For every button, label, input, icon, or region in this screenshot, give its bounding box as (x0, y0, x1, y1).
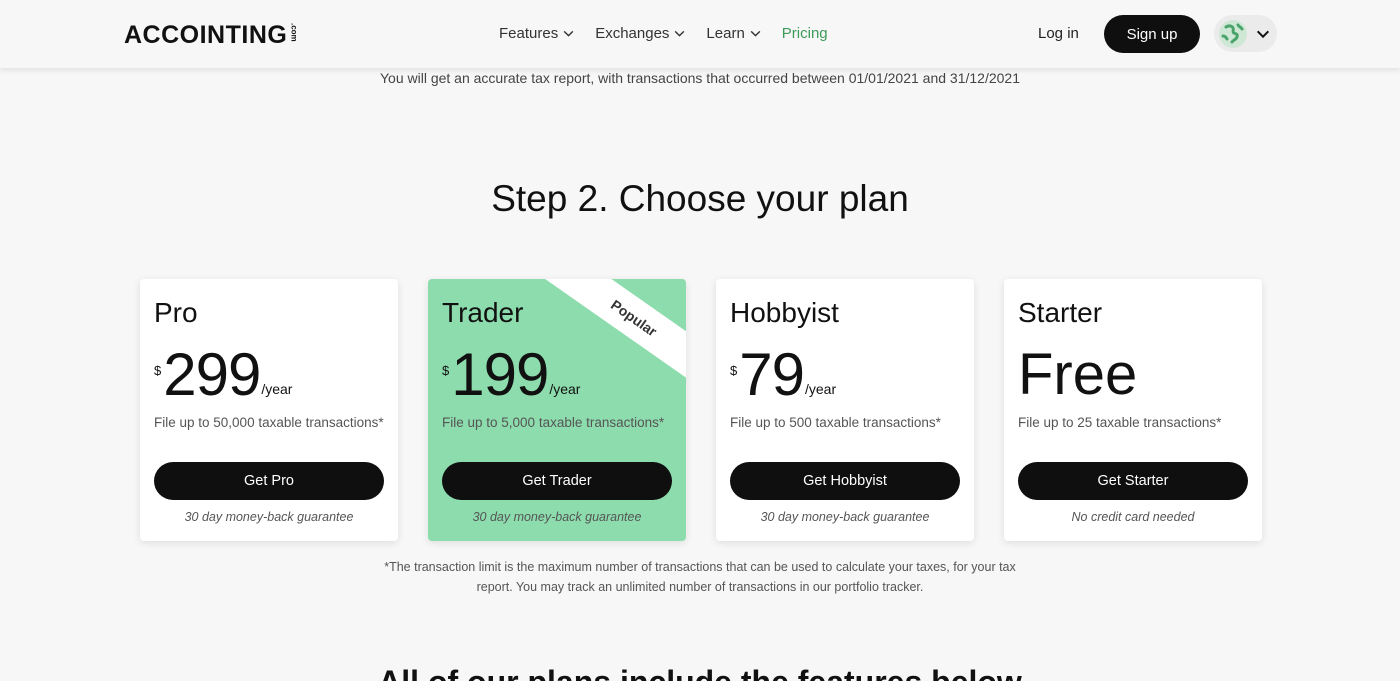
plan-card-trader: Popular Trader $ 199 /year File up to 5,… (428, 279, 686, 541)
globe-icon (1219, 19, 1247, 48)
plan-price: $ 79 /year (730, 341, 836, 409)
nav-learn[interactable]: Learn (706, 25, 761, 42)
nav-features-label: Features (499, 25, 559, 42)
price-currency: $ (730, 363, 738, 378)
transaction-footnote: *The transaction limit is the maximum nu… (0, 557, 1400, 597)
plan-description: File up to 50,000 taxable transactions* (154, 415, 384, 430)
plan-name: Hobbyist (730, 297, 839, 328)
main-nav: Features Exchanges Learn Pricing (499, 25, 828, 42)
logo[interactable]: ACCOINTING .com (124, 21, 298, 50)
nav-features[interactable]: Features (499, 25, 575, 42)
price-period: /year (804, 381, 837, 397)
price-currency: $ (442, 363, 450, 378)
plan-name: Pro (154, 297, 198, 328)
language-selector[interactable] (1214, 15, 1277, 52)
plan-guarantee: No credit card needed (1071, 510, 1195, 524)
get-starter-button[interactable]: Get Starter (1018, 462, 1248, 500)
chevron-down-icon (750, 30, 761, 37)
login-link[interactable]: Log in (1038, 25, 1079, 42)
plan-description: File up to 500 taxable transactions* (730, 415, 941, 430)
get-trader-button[interactable]: Get Trader (442, 462, 672, 500)
price-amount: 79 (739, 341, 805, 408)
nav-pricing-label: Pricing (781, 25, 828, 42)
get-pro-button[interactable]: Get Pro (154, 462, 384, 500)
logo-suffix: .com (289, 23, 299, 42)
price-amount: Free (1018, 342, 1138, 407)
nav-exchanges-label: Exchanges (595, 25, 670, 42)
price-amount: 299 (163, 341, 261, 408)
features-section-title: All of our plans include the features be… (0, 664, 1400, 681)
get-hobbyist-button[interactable]: Get Hobbyist (730, 462, 960, 500)
plan-description: File up to 5,000 taxable transactions* (442, 415, 665, 430)
signup-button[interactable]: Sign up (1104, 15, 1200, 53)
nav-exchanges[interactable]: Exchanges (595, 25, 686, 42)
plan-name: Starter (1018, 297, 1103, 328)
footnote-line-2: report. You may track an unlimited numbe… (476, 580, 924, 594)
chevron-down-icon (1256, 30, 1270, 38)
plan-price: $ 299 /year (154, 341, 292, 409)
plan-name: Trader (442, 297, 524, 328)
nav-learn-label: Learn (706, 25, 745, 42)
intro-text: You will get an accurate tax report, wit… (379, 70, 1020, 86)
top-header: ACCOINTING .com Features Exchanges Learn… (0, 0, 1400, 68)
footnote-line-1: *The transaction limit is the maximum nu… (384, 560, 1016, 574)
chevron-down-icon (675, 30, 685, 37)
plan-guarantee: 30 day money-back guarantee (472, 510, 642, 524)
nav-pricing[interactable]: Pricing (782, 25, 828, 42)
plan-card-pro: Pro $ 299 /year File up to 50,000 taxabl… (140, 279, 398, 541)
plan-card-hobbyist: Hobbyist $ 79 /year File up to 500 taxab… (716, 279, 974, 541)
plan-card-starter: Starter Free File up to 25 taxable trans… (1004, 279, 1262, 541)
price-period: /year (549, 381, 581, 397)
price-amount: 199 (451, 341, 549, 408)
price-period: /year (261, 381, 293, 397)
logo-text: ACCOINTING (124, 21, 288, 49)
price-currency: $ (154, 363, 162, 378)
chevron-down-icon (563, 30, 574, 37)
page-title: Step 2. Choose your plan (491, 178, 909, 219)
plan-guarantee: 30 day money-back guarantee (184, 510, 354, 524)
plan-price: $ 199 /year (442, 341, 580, 409)
plan-description: File up to 25 taxable transactions* (1018, 415, 1222, 430)
page: ACCOINTING .com Features Exchanges Learn… (0, 0, 1400, 681)
plan-guarantee: 30 day money-back guarantee (760, 510, 930, 524)
